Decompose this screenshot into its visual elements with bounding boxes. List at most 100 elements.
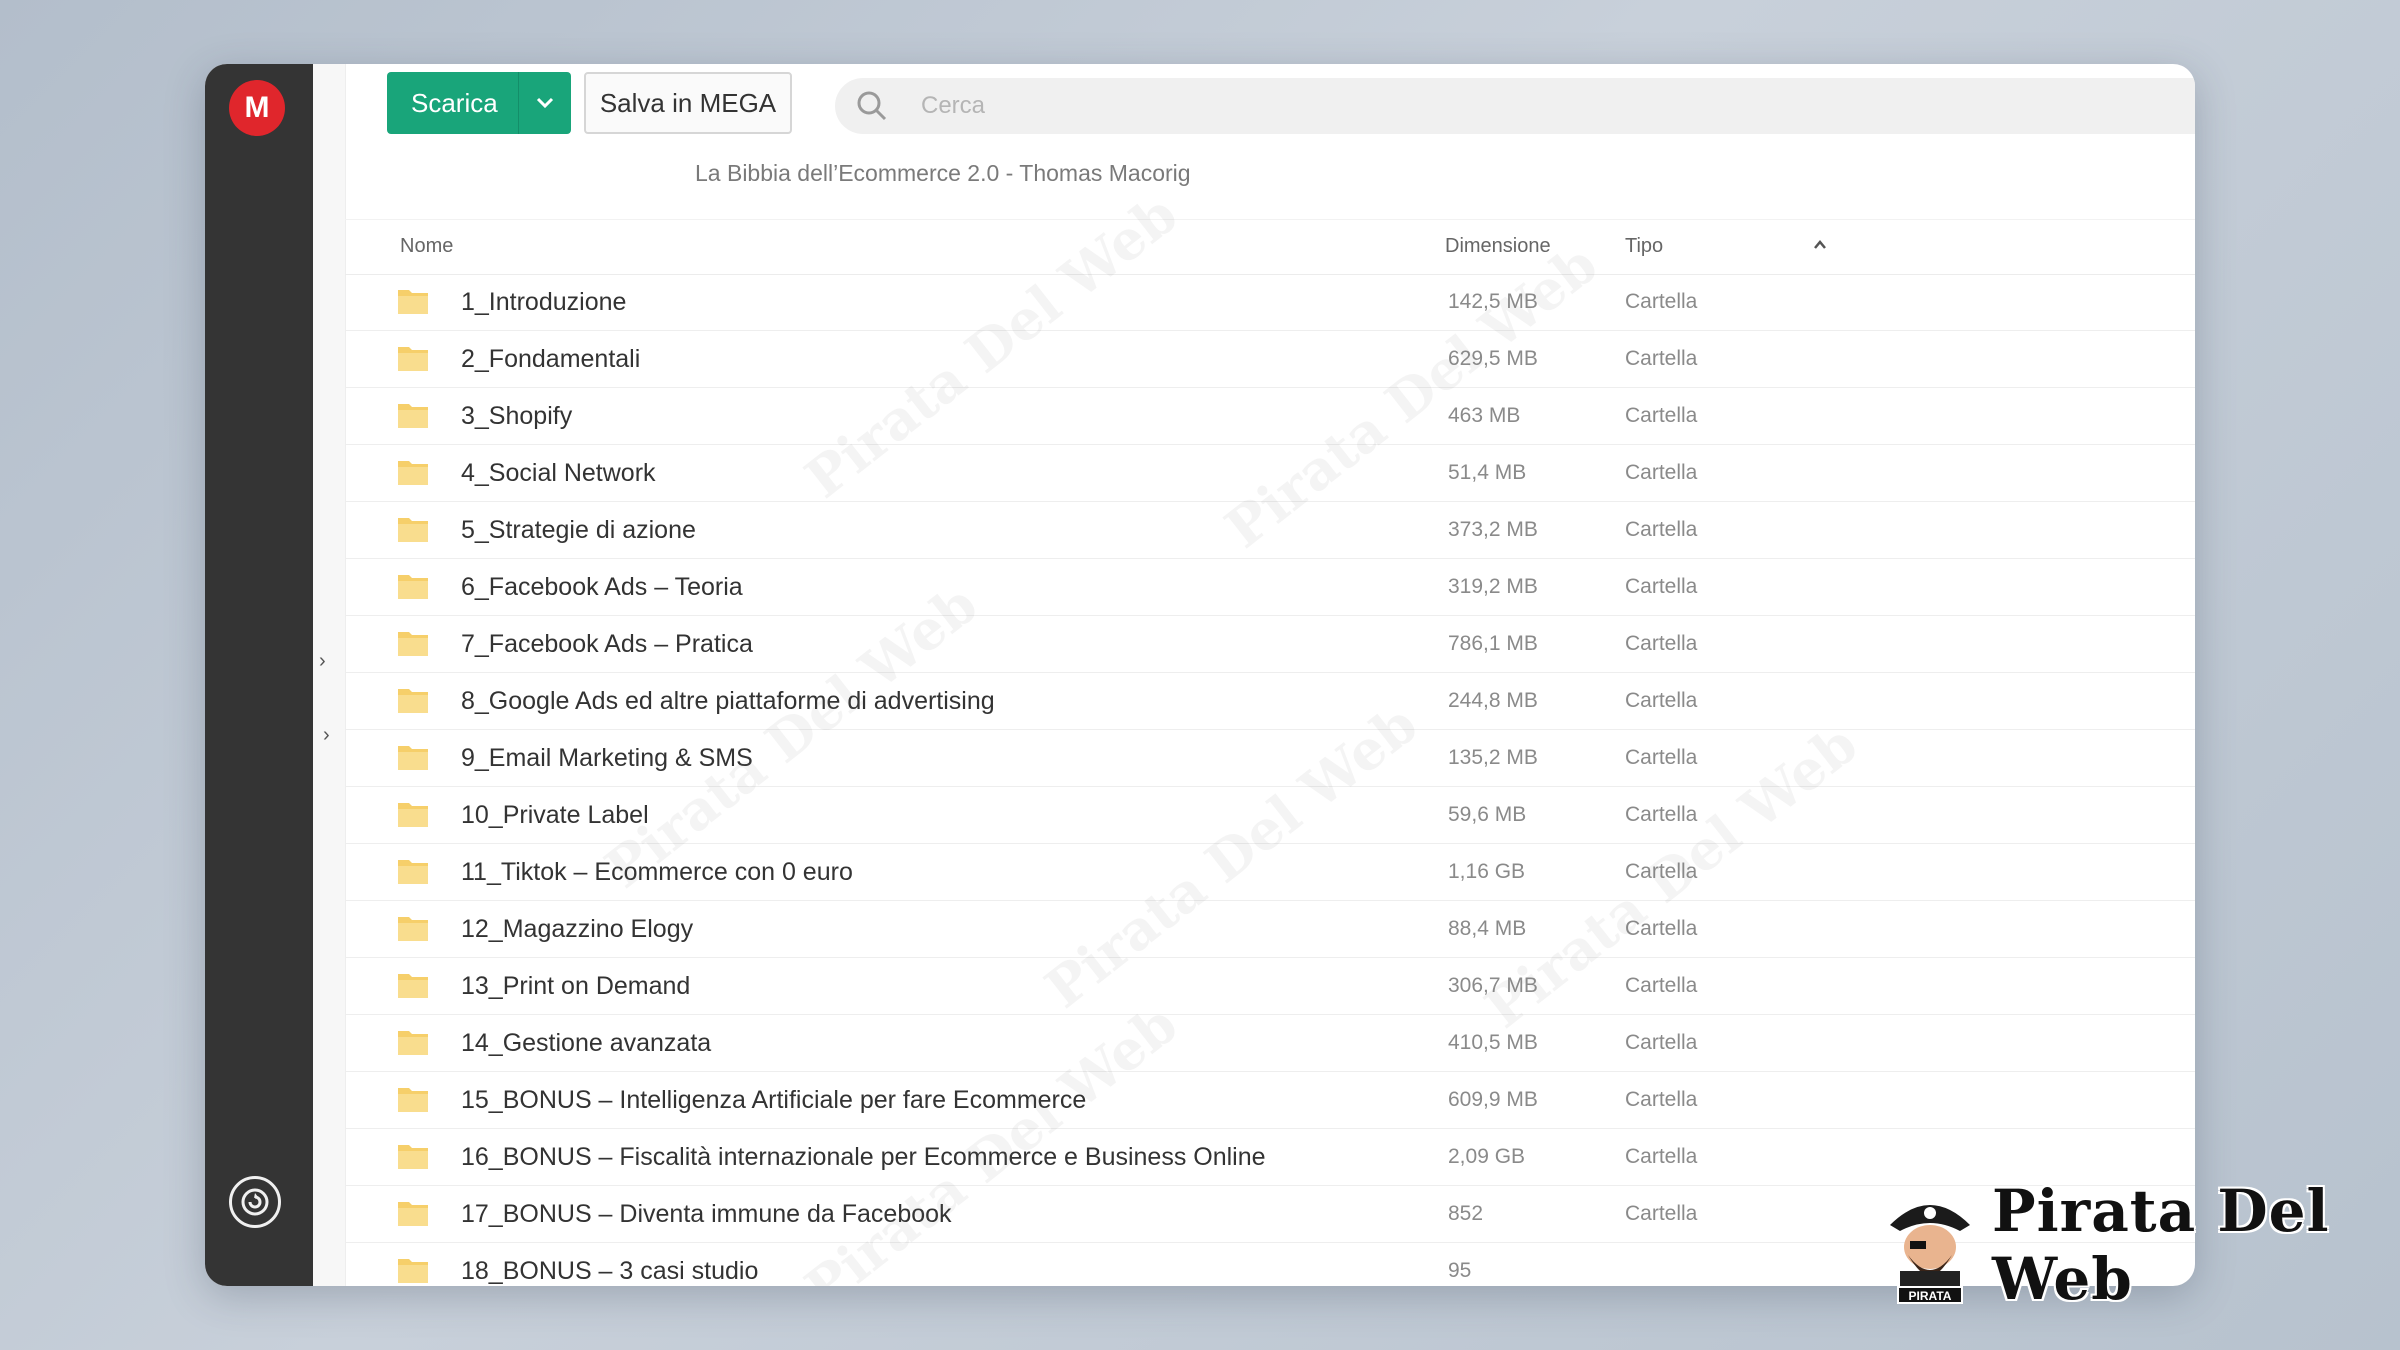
download-button-label: Scarica: [411, 87, 498, 118]
table-row[interactable]: 1_Introduzione 142,5 MB Cartella: [345, 274, 2195, 331]
main-area: Scarica Salva in MEGA La Bibbia dell’Eco…: [345, 64, 2195, 1286]
table-row[interactable]: 7_Facebook Ads – Pratica 786,1 MB Cartella: [345, 616, 2195, 673]
row-type: Cartella: [1625, 974, 1698, 997]
row-size: 373,2 MB: [1448, 518, 1538, 541]
table-row[interactable]: 13_Print on Demand 306,7 MB Cartella: [345, 958, 2195, 1015]
row-name: 13_Print on Demand: [461, 971, 691, 1000]
table-row[interactable]: 10_Private Label 59,6 MB Cartella: [345, 787, 2195, 844]
mega-logo[interactable]: M: [229, 80, 285, 136]
row-size: 51,4 MB: [1448, 461, 1527, 484]
row-type: Cartella: [1625, 632, 1698, 655]
row-size: 319,2 MB: [1448, 575, 1538, 598]
row-type: Cartella: [1625, 860, 1698, 883]
row-name: 1_Introduzione: [461, 287, 627, 316]
mega-window: M › › Scarica Salva in MEGA Cerca La Bib…: [205, 64, 2195, 1286]
table-row[interactable]: 15_BONUS – Intelligenza Artificiale per …: [345, 1072, 2195, 1129]
table-row[interactable]: 11_Tiktok – Ecommerce con 0 euro 1,16 GB C…: [345, 844, 2195, 901]
row-name: 9_Email Marketing & SMS: [461, 743, 753, 772]
folder-icon: [398, 1145, 428, 1169]
table-row[interactable]: 12_Magazzino Elogy 88,4 MB Cartella: [345, 901, 2195, 958]
row-size: 135,2 MB: [1448, 746, 1538, 769]
chevron-down-icon[interactable]: [518, 72, 571, 134]
sidebar-toggle-strip: › ›: [313, 64, 346, 1286]
row-type: Cartella: [1625, 746, 1698, 769]
folder-icon: [398, 803, 428, 827]
row-name: 3_Shopify: [461, 401, 573, 430]
search-bar: [835, 78, 2195, 134]
row-type: Cartella: [1625, 1031, 1698, 1054]
column-header-size[interactable]: Dimensione: [1445, 235, 1551, 258]
row-size: 95: [1448, 1259, 1472, 1282]
row-type: Cartella: [1625, 917, 1698, 940]
folder-icon: [398, 575, 428, 599]
brand-logo: PIRATA Pirata Del Web: [1880, 1177, 2340, 1313]
row-type: Cartella: [1625, 689, 1698, 712]
table-row[interactable]: 6_Facebook Ads – Teoria 319,2 MB Cartella: [345, 559, 2195, 616]
row-size: 1,16 GB: [1448, 860, 1526, 883]
row-size: 852: [1448, 1202, 1484, 1225]
row-name: 4_Social Network: [461, 458, 656, 487]
row-name: 16_BONUS – Fiscalità internazionale per …: [461, 1142, 1266, 1171]
folder-icon: [398, 689, 428, 713]
account-icon[interactable]: [229, 1176, 281, 1228]
row-type: Cartella: [1625, 1145, 1698, 1168]
row-size: 142,5 MB: [1448, 290, 1538, 313]
row-type: Cartella: [1625, 1088, 1698, 1111]
brand-text: Pirata Del Web: [1992, 1177, 2330, 1313]
row-size: 609,9 MB: [1448, 1088, 1538, 1111]
search-input[interactable]: [919, 91, 1523, 121]
folder-icon: [398, 632, 428, 656]
folder-icon: [398, 404, 428, 428]
table-row[interactable]: 4_Social Network 51,4 MB Cartella: [345, 445, 2195, 502]
list-header: Nome Dimensione Tipo: [345, 219, 2195, 275]
row-size: 786,1 MB: [1448, 632, 1538, 655]
table-row[interactable]: 9_Email Marketing & SMS 135,2 MB Cartella: [345, 730, 2195, 787]
row-name: 14_Gestione avanzata: [461, 1028, 712, 1057]
file-list: 1_Introduzione 142,5 MB Cartella 2_Fondamen…: [345, 274, 2195, 1286]
folder-icon: [398, 290, 428, 314]
folder-icon: [398, 917, 428, 941]
table-row[interactable]: 8_Google Ads ed altre piattaforme di adv…: [345, 673, 2195, 730]
expand-chevron-icon[interactable]: ›: [323, 724, 330, 747]
row-name: 17_BONUS – Diventa immune da Facebook: [461, 1199, 952, 1228]
row-size: 59,6 MB: [1448, 803, 1527, 826]
column-header-type[interactable]: Tipo: [1625, 235, 1663, 258]
breadcrumb[interactable]: La Bibbia dell’Ecommerce 2.0 - Thomas Ma…: [695, 160, 1191, 187]
row-name: 7_Facebook Ads – Pratica: [461, 629, 753, 658]
row-size: 306,7 MB: [1448, 974, 1538, 997]
column-header-name[interactable]: Nome: [400, 235, 453, 258]
download-button[interactable]: Scarica: [387, 72, 571, 134]
folder-icon: [398, 746, 428, 770]
row-type: Cartella: [1625, 347, 1698, 370]
row-name: 12_Magazzino Elogy: [461, 914, 694, 943]
folder-icon: [398, 518, 428, 542]
row-size: 88,4 MB: [1448, 917, 1527, 940]
sidebar: M: [205, 64, 313, 1286]
folder-icon: [398, 1202, 428, 1226]
folder-icon: [398, 974, 428, 998]
row-type: Cartella: [1625, 461, 1698, 484]
row-name: 2_Fondamentali: [461, 344, 641, 373]
row-name: 5_Strategie di azione: [461, 515, 696, 544]
folder-icon: [398, 347, 428, 371]
table-row[interactable]: 3_Shopify 463 MB Cartella: [345, 388, 2195, 445]
row-type: Cartella: [1625, 290, 1698, 313]
folder-icon: [398, 1031, 428, 1055]
row-type: Cartella: [1625, 803, 1698, 826]
row-size: 244,8 MB: [1448, 689, 1538, 712]
table-row[interactable]: 2_Fondamentali 629,5 MB Cartella: [345, 331, 2195, 388]
row-name: 6_Facebook Ads – Teoria: [461, 572, 743, 601]
row-name: 11_Tiktok – Ecommerce con 0 euro: [461, 857, 853, 886]
table-row[interactable]: 16_BONUS – Fiscalità internazionale per …: [345, 1129, 2195, 1186]
row-name: 8_Google Ads ed altre piattaforme di adv…: [461, 686, 995, 715]
row-size: 629,5 MB: [1448, 347, 1538, 370]
collapse-chevron-icon[interactable]: ›: [319, 650, 326, 673]
sort-caret-icon[interactable]: [1811, 236, 1829, 254]
save-to-mega-button[interactable]: Salva in MEGA: [584, 72, 792, 134]
pirate-mascot-icon: PIRATA: [1880, 1185, 1980, 1305]
table-row[interactable]: 5_Strategie di azione 373,2 MB Cartella: [345, 502, 2195, 559]
row-type: Cartella: [1625, 1202, 1698, 1225]
row-size: 410,5 MB: [1448, 1031, 1538, 1054]
row-size: 463 MB: [1448, 404, 1521, 427]
table-row[interactable]: 14_Gestione avanzata 410,5 MB Cartella: [345, 1015, 2195, 1072]
